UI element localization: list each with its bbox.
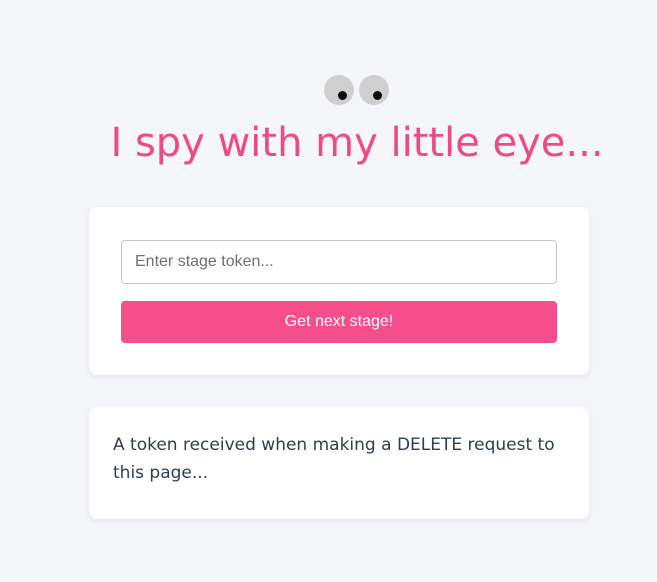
hint-card: A token received when making a DELETE re… (89, 407, 589, 519)
stage-token-input[interactable] (121, 240, 557, 284)
get-next-stage-button[interactable]: Get next stage! (121, 301, 557, 343)
page-title: I spy with my little eye... (110, 120, 604, 166)
googly-eyes-icon (324, 75, 390, 105)
right-eye-icon (359, 75, 389, 105)
hint-text: A token received when making a DELETE re… (113, 435, 555, 483)
left-pupil (338, 91, 347, 100)
left-eye-icon (324, 75, 354, 105)
right-pupil (373, 91, 382, 100)
token-form-card: Get next stage! (89, 207, 589, 375)
